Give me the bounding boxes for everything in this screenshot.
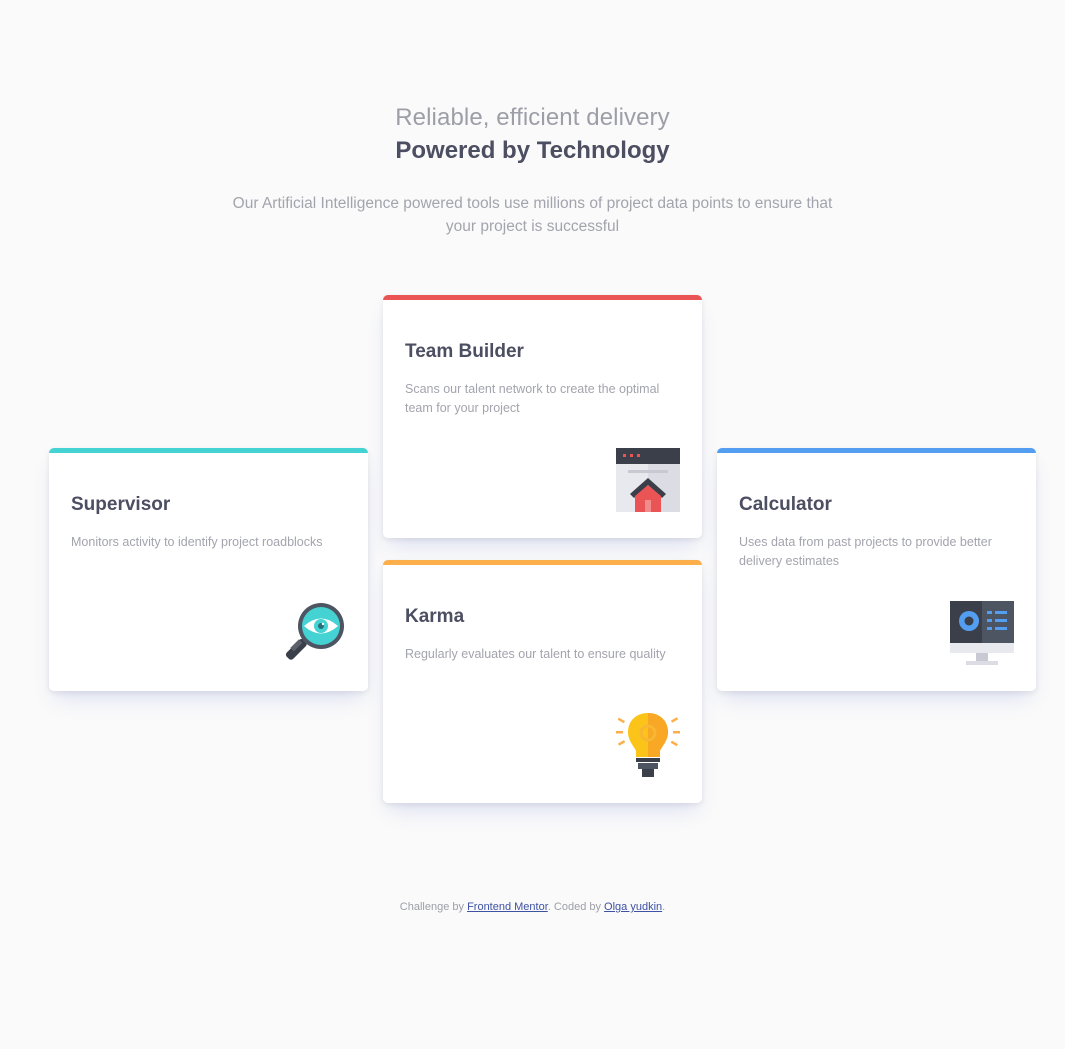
card-description: Monitors activity to identify project ro… — [71, 535, 323, 549]
header-subtitle: Reliable, efficient delivery — [395, 104, 670, 131]
frontend-mentor-link[interactable]: Frontend Mentor — [467, 901, 548, 913]
card-calculator: Calculator Uses data from past projects … — [717, 448, 1036, 691]
browser-house-icon — [616, 448, 680, 512]
author-link[interactable]: Olga yudkin — [604, 901, 662, 913]
magnifier-eye-icon — [285, 603, 344, 660]
card-title: Karma — [405, 606, 465, 627]
footer-text: . Coded by — [547, 901, 605, 913]
card-karma: Karma Regularly evaluates our talent to … — [383, 560, 702, 803]
card-description: Uses data from past projects to provide … — [739, 535, 992, 568]
card-title: Calculator — [739, 494, 832, 515]
attribution-footer: Challenge by Frontend Mentor. Coded by O… — [0, 901, 1065, 913]
page: Reliable, efficient delivery Powered by … — [0, 0, 1065, 1049]
card-description: Scans our talent network to create the o… — [405, 382, 660, 415]
card-description: Regularly evaluates our talent to ensure… — [405, 647, 666, 661]
lightbulb-icon — [616, 713, 680, 777]
card-title: Team Builder — [405, 341, 524, 362]
page-title: Powered by Technology — [395, 137, 670, 164]
card-team-builder: Team Builder Scans our talent network to… — [383, 295, 702, 538]
footer-text: . — [662, 901, 666, 913]
monitor-chart-icon — [950, 601, 1014, 665]
card-title: Supervisor — [71, 494, 171, 515]
footer-text: Challenge by — [399, 901, 468, 913]
card-supervisor: Supervisor Monitors activity to identify… — [49, 448, 368, 691]
header-intro: Our Artificial Intelligence powered tool… — [232, 195, 833, 235]
page-header: Reliable, efficient delivery Powered by … — [0, 103, 1065, 238]
